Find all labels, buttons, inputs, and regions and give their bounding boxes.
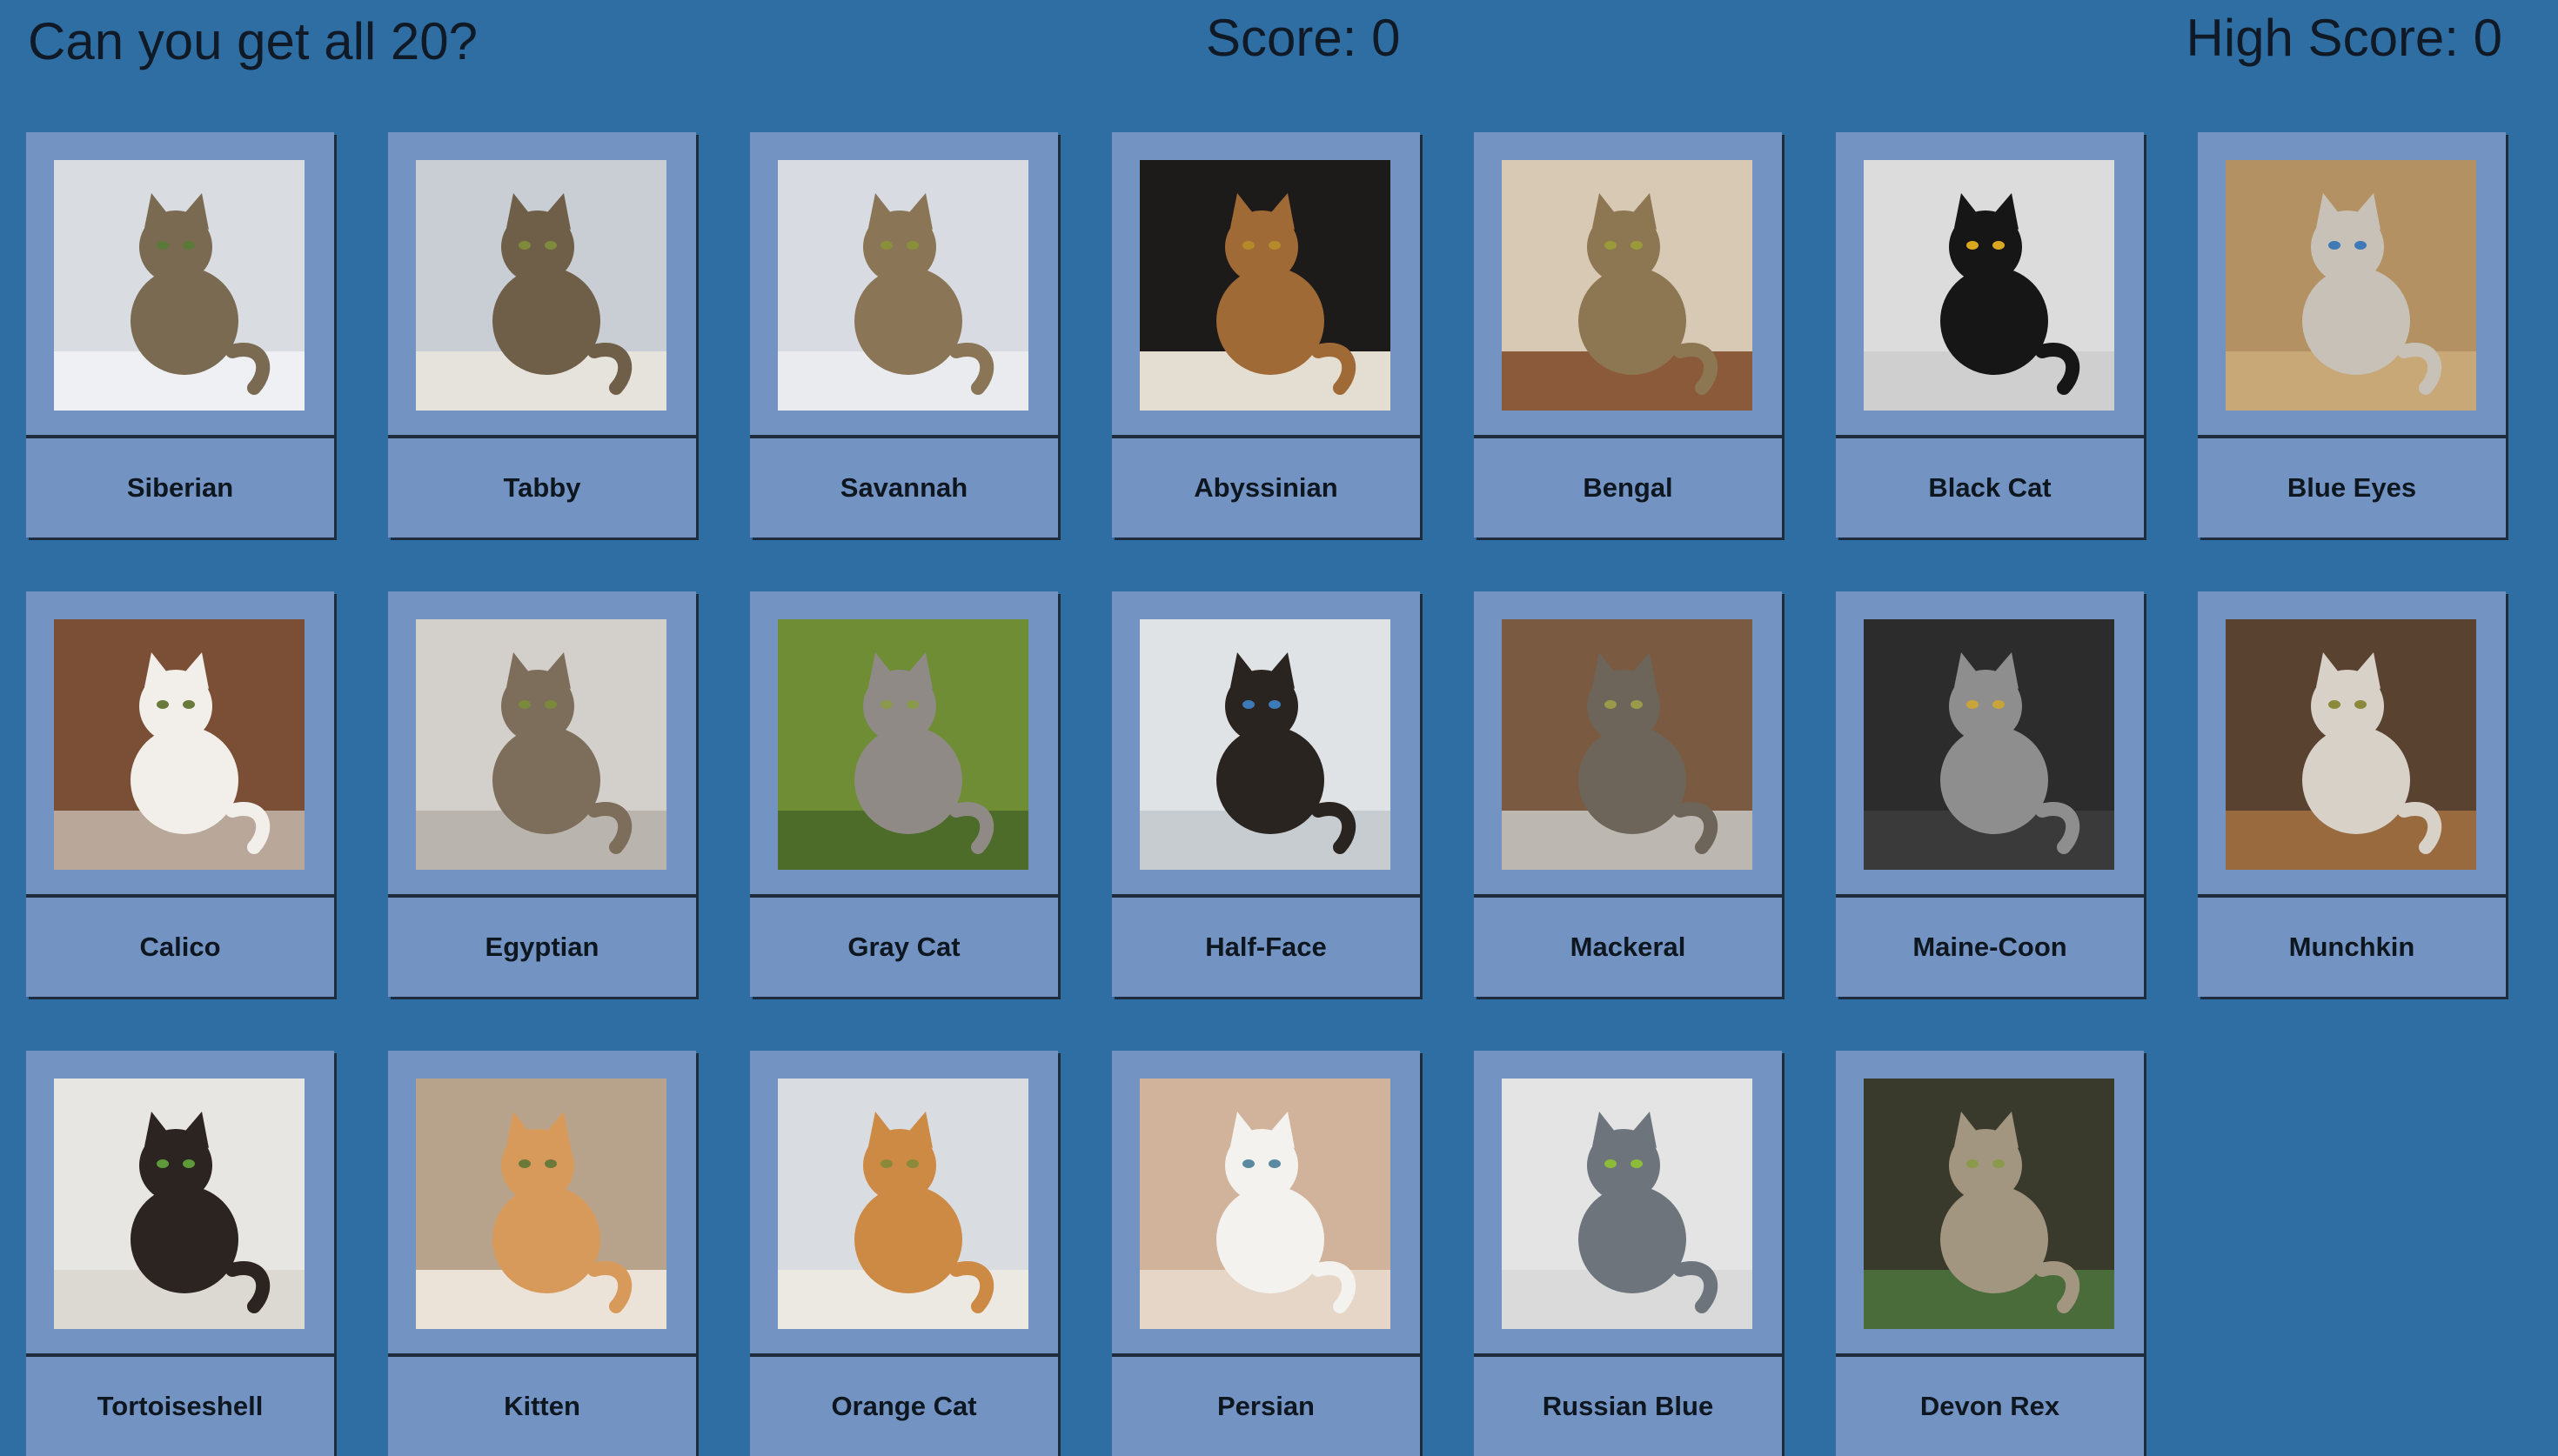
photo-frame: [388, 132, 696, 438]
header: Can you get all 20? Score: 0 High Score:…: [0, 0, 2558, 87]
cat-photo: [2226, 619, 2476, 870]
cat-card[interactable]: Maine-Coon: [1836, 591, 2144, 997]
game-title: Can you get all 20?: [28, 12, 479, 70]
photo-frame: [26, 591, 334, 898]
photo-frame: [388, 1051, 696, 1357]
photo-frame: [2198, 591, 2506, 898]
photo-frame: [1474, 591, 1782, 898]
cat-photo: [416, 160, 666, 411]
cat-card[interactable]: Mackeral: [1474, 591, 1782, 997]
cat-card-label: Orange Cat: [831, 1391, 977, 1421]
cat-card[interactable]: Half-Face: [1112, 591, 1420, 997]
cat-photo: [54, 619, 305, 870]
cat-photo: [1502, 619, 1752, 870]
cat-card-label: Maine-Coon: [1912, 932, 2067, 962]
cat-photo: [1140, 619, 1390, 870]
cat-card[interactable]: Siberian: [26, 132, 334, 538]
cat-photo: [778, 160, 1028, 411]
cat-card[interactable]: Russian Blue: [1474, 1051, 1782, 1456]
cat-card[interactable]: Savannah: [750, 132, 1058, 538]
cat-photo: [1864, 619, 2114, 870]
photo-frame: [750, 132, 1058, 438]
cat-card[interactable]: Tortoiseshell: [26, 1051, 334, 1456]
cat-photo: [1864, 1079, 2114, 1329]
cat-card-label: Abyssinian: [1194, 472, 1338, 503]
cat-card[interactable]: Calico: [26, 591, 334, 997]
cat-card-label: Calico: [139, 932, 221, 962]
cat-photo: [778, 619, 1028, 870]
cat-card[interactable]: Abyssinian: [1112, 132, 1420, 538]
cat-card[interactable]: Bengal: [1474, 132, 1782, 538]
photo-frame: [388, 591, 696, 898]
cat-card-label: Tabby: [503, 472, 581, 503]
cat-card-label: Bengal: [1583, 472, 1673, 503]
cat-photo: [54, 160, 305, 411]
cat-photo: [2226, 160, 2476, 411]
cat-card[interactable]: Persian: [1112, 1051, 1420, 1456]
photo-frame: [1474, 1051, 1782, 1357]
cat-card-label: Egyptian: [485, 932, 599, 962]
cat-card[interactable]: Devon Rex: [1836, 1051, 2144, 1456]
cat-card-label: Blue Eyes: [2287, 472, 2417, 503]
cat-photo: [416, 619, 666, 870]
cat-card[interactable]: Egyptian: [388, 591, 696, 997]
photo-frame: [1112, 591, 1420, 898]
cat-photo: [1140, 1079, 1390, 1329]
cat-card-label: Savannah: [840, 472, 968, 503]
cat-card[interactable]: Tabby: [388, 132, 696, 538]
photo-frame: [1474, 132, 1782, 438]
cat-card-label: Mackeral: [1570, 932, 1686, 962]
cat-card-label: Persian: [1216, 1391, 1315, 1421]
card-grid: Siberian Tabby Savannah Abyssinian Bengal Bla…: [26, 132, 2511, 1456]
cat-photo: [54, 1079, 305, 1329]
cat-photo: [1864, 160, 2114, 411]
photo-frame: [1836, 591, 2144, 898]
photo-frame: [26, 1051, 334, 1357]
cat-photo: [1502, 160, 1752, 411]
cat-card[interactable]: Kitten: [388, 1051, 696, 1456]
photo-frame: [2198, 132, 2506, 438]
cat-card-label: Kitten: [504, 1391, 580, 1421]
photo-frame: [1112, 132, 1420, 438]
cat-card[interactable]: Munchkin: [2198, 591, 2506, 997]
cat-photo: [1140, 160, 1390, 411]
cat-card-label: Gray Cat: [847, 932, 961, 962]
cat-card-label: Devon Rex: [1919, 1391, 2060, 1421]
cat-card-label: Siberian: [126, 472, 234, 503]
cat-card-label: Tortoiseshell: [97, 1391, 264, 1421]
cat-card-label: Munchkin: [2288, 932, 2415, 962]
photo-frame: [1836, 1051, 2144, 1357]
cat-card-label: Black Cat: [1928, 472, 2052, 503]
cat-card[interactable]: Gray Cat: [750, 591, 1058, 997]
photo-frame: [750, 1051, 1058, 1357]
cat-card[interactable]: Orange Cat: [750, 1051, 1058, 1456]
cat-photo: [416, 1079, 666, 1329]
score-display: Score: 0: [1206, 9, 1401, 67]
cat-card-label: Russian Blue: [1542, 1391, 1714, 1421]
photo-frame: [1836, 132, 2144, 438]
cat-card[interactable]: Blue Eyes: [2198, 132, 2506, 538]
cat-card[interactable]: Black Cat: [1836, 132, 2144, 538]
cat-photo: [1502, 1079, 1752, 1329]
cat-card-label: Half-Face: [1205, 932, 1327, 962]
high-score-display: High Score: 0: [2186, 9, 2502, 67]
photo-frame: [1112, 1051, 1420, 1357]
photo-frame: [750, 591, 1058, 898]
cat-photo: [778, 1079, 1028, 1329]
photo-frame: [26, 132, 334, 438]
